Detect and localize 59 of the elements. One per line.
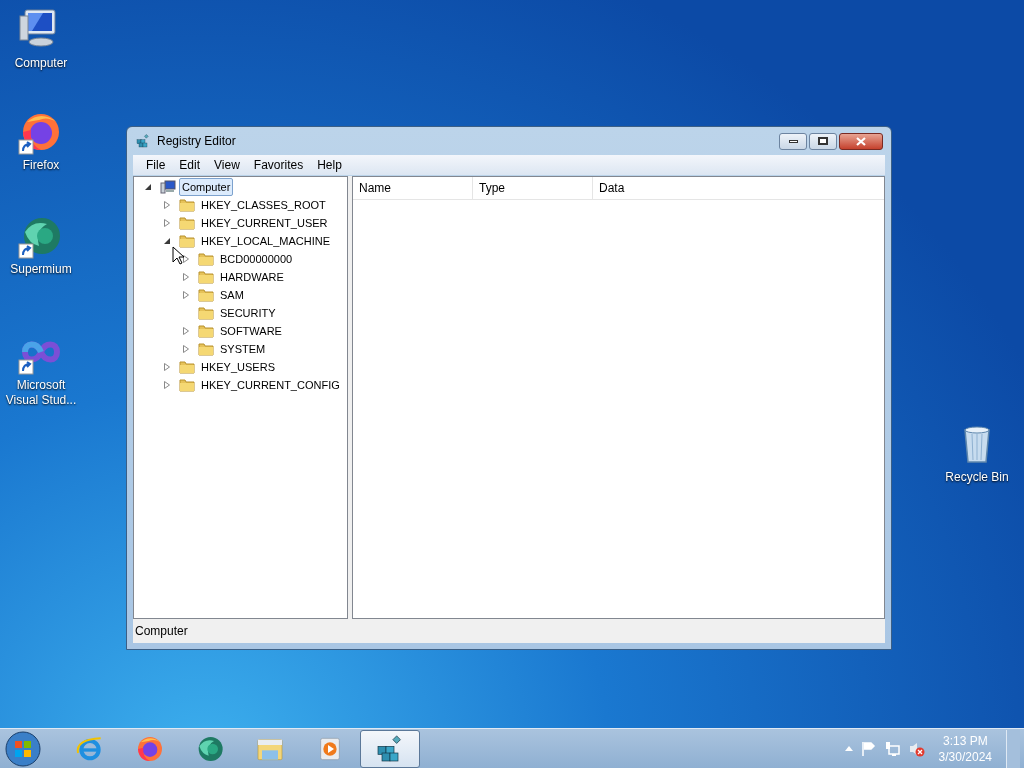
tree-item[interactable]: SAM — [217, 286, 247, 304]
expand-arrow-icon[interactable] — [183, 255, 189, 263]
collapse-arrow-icon[interactable] — [163, 237, 171, 245]
folder-icon — [179, 377, 195, 393]
desktop-icon-label: Firefox — [22, 158, 60, 173]
minimize-button[interactable] — [779, 132, 807, 150]
desktop-shortcut[interactable]: Microsoft Visual Stud... — [2, 328, 80, 408]
taskbar-button[interactable] — [360, 729, 420, 768]
collapse-arrow-icon[interactable] — [144, 183, 152, 191]
desktop-shortcut[interactable]: Firefox — [2, 108, 80, 173]
tree-item[interactable]: SYSTEM — [217, 340, 269, 358]
computer-icon — [160, 179, 176, 195]
menu-item[interactable]: File — [139, 156, 173, 174]
column-header[interactable]: Type — [473, 177, 593, 199]
folder-icon — [198, 287, 214, 303]
tree-item[interactable]: HKEY_LOCAL_MACHINE — [198, 232, 333, 250]
desktop-icon-label: Recycle Bin — [945, 470, 1009, 485]
desktop-icon-label: Microsoft Visual Stud... — [4, 378, 78, 408]
desktop-shortcut[interactable]: Supermium — [2, 212, 80, 277]
cubes-icon — [135, 133, 151, 149]
folder-icon — [179, 197, 195, 213]
folder-icon — [179, 233, 195, 249]
tree-item[interactable]: HKEY_USERS — [198, 358, 278, 376]
tree-item[interactable]: BCD00000000 — [217, 250, 296, 268]
tree-item[interactable]: HKEY_CURRENT_CONFIG — [198, 376, 343, 394]
tree-item[interactable]: SOFTWARE — [217, 322, 285, 340]
menu-item[interactable]: Help — [310, 156, 349, 174]
mouse-pointer-icon — [172, 246, 184, 265]
flag-icon[interactable] — [860, 740, 877, 757]
folder-icon — [198, 251, 214, 267]
close-icon — [856, 136, 866, 146]
folder-icon — [198, 341, 214, 357]
network-icon[interactable] — [884, 740, 901, 757]
windows-orb-icon — [5, 730, 41, 767]
column-header[interactable]: Data — [593, 177, 884, 199]
desktop-icon-label: Computer — [14, 56, 68, 71]
show-hidden-icons-icon[interactable] — [844, 746, 853, 751]
tree-item[interactable]: HKEY_CLASSES_ROOT — [198, 196, 329, 214]
close-button[interactable] — [839, 132, 883, 150]
column-header[interactable]: Name — [353, 177, 473, 199]
desktop-shortcut[interactable]: Recycle Bin — [938, 420, 1016, 485]
folder-icon — [198, 323, 214, 339]
menu-item[interactable]: Favorites — [246, 156, 311, 174]
speaker-muted-icon[interactable] — [908, 740, 925, 757]
tree-item[interactable]: Computer — [179, 178, 234, 196]
folder-icon — [198, 305, 214, 321]
folder-icon — [179, 359, 195, 375]
window-title: Registry Editor — [157, 133, 236, 150]
status-bar-text: Computer — [135, 623, 188, 640]
folder-icon — [198, 269, 214, 285]
tree-item[interactable]: SECURITY — [217, 304, 279, 322]
folder-icon — [179, 215, 195, 231]
desktop-icon-label: Supermium — [10, 262, 72, 277]
menu-item[interactable]: View — [207, 156, 247, 174]
tree-item[interactable]: HARDWARE — [217, 268, 287, 286]
menu-item[interactable]: Edit — [172, 156, 208, 174]
desktop-shortcut[interactable]: Computer — [2, 6, 80, 71]
tree-item[interactable]: HKEY_CURRENT_USER — [198, 214, 331, 232]
maximize-button[interactable] — [809, 132, 837, 150]
